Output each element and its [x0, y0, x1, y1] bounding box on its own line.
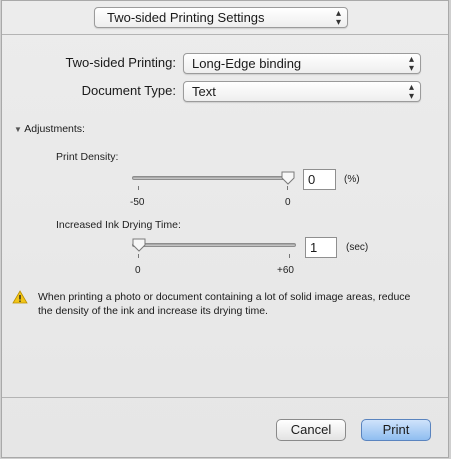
warning-text: When printing a photo or document contai… [38, 291, 411, 317]
updown-arrows-icon: ▴ ▾ [335, 7, 341, 28]
two-sided-label: Two-sided Printing: [65, 55, 176, 70]
print-density-tick-min [138, 186, 139, 190]
drying-time-slider-track[interactable] [132, 243, 296, 247]
print-density-min-label: -50 [130, 197, 145, 208]
print-density-slider-track[interactable] [132, 176, 292, 180]
document-type-label: Document Type: [81, 83, 176, 98]
print-density-slider-knob[interactable] [281, 171, 295, 185]
document-type-value: Text [192, 84, 216, 99]
print-density-value: 0 [308, 172, 316, 187]
adjustments-label: Adjustments: [24, 123, 85, 135]
drying-time-label: Increased Ink Drying Time: [56, 219, 181, 231]
settings-popup[interactable]: Two-sided Printing Settings ▴ ▾ [94, 7, 348, 28]
disclosure-triangle-icon: ▼ [14, 125, 22, 134]
drying-time-value: 1 [310, 240, 318, 255]
updown-arrows-icon: ▴ ▾ [408, 81, 414, 102]
drying-time-max-label: +60 [277, 265, 294, 276]
bottom-divider [2, 397, 448, 398]
drying-time-unit: (sec) [346, 242, 369, 253]
print-density-unit: (%) [344, 174, 360, 185]
top-divider [2, 34, 448, 35]
updown-arrows-icon: ▴ ▾ [408, 53, 414, 74]
drying-time-tick-max [289, 254, 290, 258]
print-density-input[interactable]: 0 [303, 169, 336, 190]
print-dialog-panel: Two-sided Printing Settings ▴ ▾ Two-sided… [1, 0, 449, 458]
print-density-label: Print Density: [56, 151, 119, 163]
print-density-max-label: 0 [285, 197, 291, 208]
document-type-popup[interactable]: Text ▴ ▾ [183, 81, 421, 102]
two-sided-popup[interactable]: Long-Edge binding ▴ ▾ [183, 53, 421, 74]
cancel-button[interactable]: Cancel [276, 419, 346, 441]
drying-time-slider-knob[interactable] [132, 238, 146, 252]
drying-time-tick-min [138, 254, 139, 258]
two-sided-value: Long-Edge binding [192, 56, 302, 71]
print-density-tick-max [287, 186, 288, 190]
warning-icon [12, 290, 28, 304]
drying-time-input[interactable]: 1 [305, 237, 337, 258]
settings-popup-label: Two-sided Printing Settings [107, 10, 265, 25]
drying-time-min-label: 0 [135, 265, 141, 276]
print-button[interactable]: Print [361, 419, 431, 441]
adjustments-disclosure[interactable]: ▼ Adjustments: [14, 123, 85, 135]
